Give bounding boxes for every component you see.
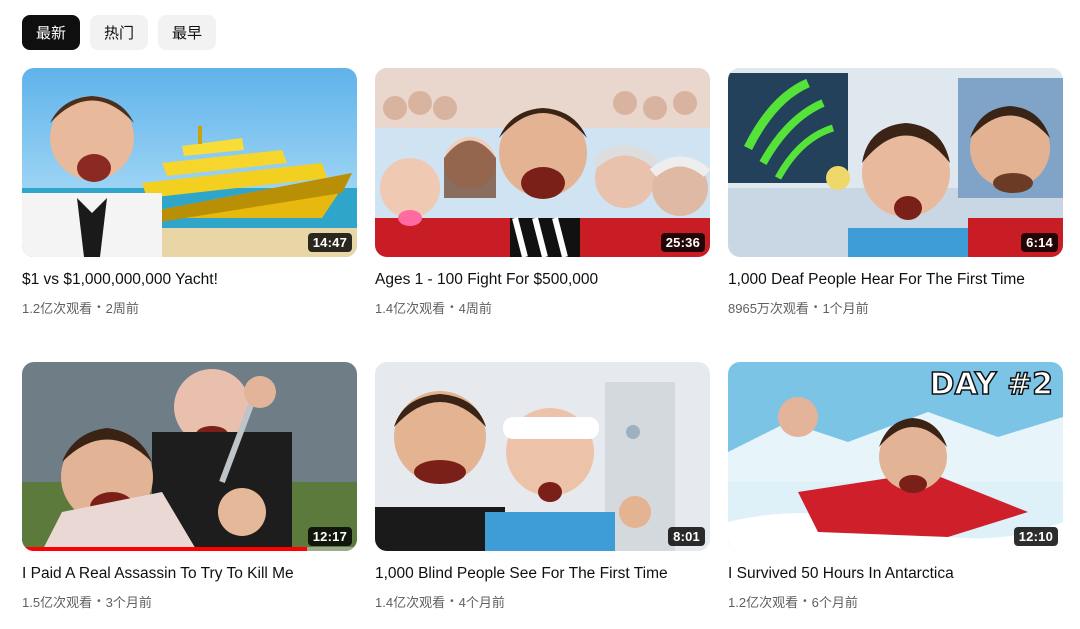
video-thumbnail[interactable]: 14:47 bbox=[22, 68, 357, 257]
video-duration-badge: 12:10 bbox=[1013, 527, 1058, 546]
yacht-thumbnail-image bbox=[22, 68, 357, 257]
upload-age: 3个月前 bbox=[105, 595, 152, 610]
video-title[interactable]: I Survived 50 Hours In Antarctica bbox=[728, 564, 1063, 584]
video-duration-badge: 8:01 bbox=[668, 527, 705, 546]
video-metadata: 1.4亿次观看 • 4周前 bbox=[375, 298, 710, 317]
thumbnail-day-label: DAY #2 bbox=[930, 367, 1053, 402]
separator-dot: • bbox=[450, 596, 454, 607]
video-metadata: 8965万次观看 • 1个月前 bbox=[728, 298, 1063, 317]
ages-fight-thumbnail-image bbox=[375, 68, 710, 257]
video-metadata: 1.2亿次观看 • 2周前 bbox=[22, 298, 357, 317]
separator-dot: • bbox=[450, 302, 454, 313]
video-card[interactable]: 14:47 $1 vs $1,000,000,000 Yacht! 1.2亿次观… bbox=[22, 68, 357, 317]
view-count: 8965万次观看 bbox=[728, 301, 809, 316]
view-count: 1.4亿次观看 bbox=[375, 595, 446, 610]
video-card[interactable]: DAY #2 12:10 I Survived 50 Hours In Anta… bbox=[728, 362, 1063, 611]
separator-dot: • bbox=[97, 302, 101, 313]
deaf-hear-thumbnail-image bbox=[728, 68, 1063, 257]
separator-dot: • bbox=[813, 302, 818, 313]
separator-dot: • bbox=[97, 596, 101, 607]
view-count: 1.4亿次观看 bbox=[375, 301, 446, 316]
video-title[interactable]: 1,000 Blind People See For The First Tim… bbox=[375, 564, 710, 584]
video-card[interactable]: 12:17 I Paid A Real Assassin To Try To K… bbox=[22, 362, 357, 611]
video-duration-badge: 6:14 bbox=[1021, 233, 1058, 252]
upload-age: 6个月前 bbox=[811, 595, 858, 610]
video-thumbnail[interactable]: 12:17 bbox=[22, 362, 357, 551]
sort-filter-chips: 最新 热门 最早 bbox=[22, 15, 217, 50]
video-card[interactable]: 25:36 Ages 1 - 100 Fight For $500,000 1.… bbox=[375, 68, 710, 317]
separator-dot: • bbox=[803, 596, 807, 607]
video-thumbnail[interactable]: DAY #2 12:10 bbox=[728, 362, 1063, 551]
filter-chip-popular[interactable]: 热门 bbox=[90, 15, 149, 50]
video-thumbnail[interactable]: 25:36 bbox=[375, 68, 710, 257]
video-title[interactable]: $1 vs $1,000,000,000 Yacht! bbox=[22, 270, 357, 290]
video-duration-badge: 12:17 bbox=[307, 527, 352, 546]
video-thumbnail[interactable]: 6:14 bbox=[728, 68, 1063, 257]
blind-see-thumbnail-image bbox=[375, 362, 710, 551]
antarctica-thumbnail-image: DAY #2 bbox=[728, 362, 1063, 551]
video-card[interactable]: 8:01 1,000 Blind People See For The Firs… bbox=[375, 362, 710, 611]
upload-age: 1个月前 bbox=[822, 301, 869, 316]
filter-chip-oldest[interactable]: 最早 bbox=[158, 15, 217, 50]
video-metadata: 1.2亿次观看 • 6个月前 bbox=[728, 592, 1063, 611]
assassin-thumbnail-image bbox=[22, 362, 357, 551]
video-title[interactable]: Ages 1 - 100 Fight For $500,000 bbox=[375, 270, 710, 290]
upload-age: 2周前 bbox=[105, 301, 139, 316]
video-title[interactable]: 1,000 Deaf People Hear For The First Tim… bbox=[728, 270, 1063, 290]
upload-age: 4个月前 bbox=[458, 595, 505, 610]
view-count: 1.2亿次观看 bbox=[22, 301, 93, 316]
video-metadata: 1.4亿次观看 • 4个月前 bbox=[375, 592, 710, 611]
watch-progress-bar bbox=[22, 547, 307, 551]
filter-chip-latest[interactable]: 最新 bbox=[22, 15, 81, 50]
video-metadata: 1.5亿次观看 • 3个月前 bbox=[22, 592, 357, 611]
video-thumbnail[interactable]: 8:01 bbox=[375, 362, 710, 551]
view-count: 1.2亿次观看 bbox=[728, 595, 799, 610]
upload-age: 4周前 bbox=[458, 301, 492, 316]
video-duration-badge: 25:36 bbox=[660, 233, 705, 252]
video-card[interactable]: 6:14 1,000 Deaf People Hear For The Firs… bbox=[728, 68, 1063, 317]
video-title[interactable]: I Paid A Real Assassin To Try To Kill Me bbox=[22, 564, 357, 584]
video-duration-badge: 14:47 bbox=[307, 233, 352, 252]
view-count: 1.5亿次观看 bbox=[22, 595, 93, 610]
